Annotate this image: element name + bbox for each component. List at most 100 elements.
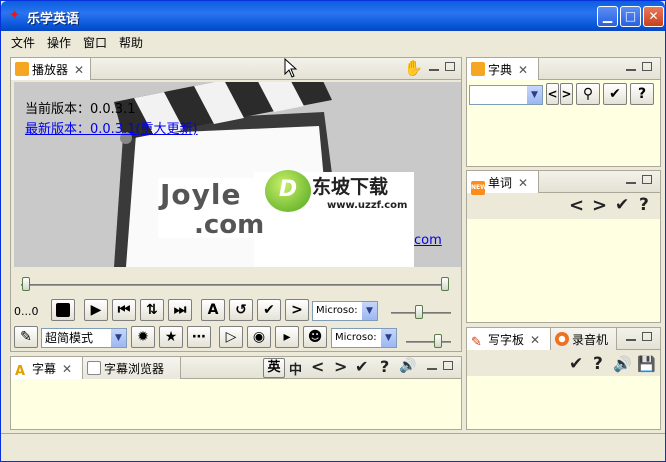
speaker-icon[interactable]: 🔊	[613, 355, 632, 373]
check-button[interactable]: ✔	[257, 299, 281, 321]
tab-close-icon[interactable]: ✕	[518, 63, 528, 77]
gear-button[interactable]: ✹	[131, 326, 155, 348]
maximize-button[interactable]: □	[620, 6, 641, 27]
tab-close-icon[interactable]: ✕	[530, 333, 540, 347]
skip-back-icon: ⏮	[117, 302, 131, 318]
speed-knob[interactable]	[434, 334, 442, 348]
dict-help-button[interactable]: ?	[630, 83, 654, 105]
dictation-button[interactable]: ▸	[275, 326, 299, 348]
play-button[interactable]: ▶	[84, 299, 108, 321]
words-tabbar: NEW单词 ✕	[467, 171, 660, 195]
tab-close-icon[interactable]: ✕	[62, 362, 72, 376]
title-bar[interactable]: ✦ 乐学英语 ▁ □ ✕	[1, 1, 665, 31]
record-button[interactable]: ◉	[247, 326, 271, 348]
words-content[interactable]	[467, 219, 660, 322]
check-icon[interactable]: ✔	[569, 354, 583, 374]
dict-confirm-button[interactable]: ✔	[603, 83, 627, 105]
font-select-2[interactable]: Microso: ▼	[331, 328, 397, 348]
minimize-button[interactable]: ▁	[597, 6, 618, 27]
loop-icon: ⇅	[146, 302, 158, 318]
menu-help[interactable]: 帮助	[119, 34, 143, 51]
progress-track[interactable]	[21, 284, 449, 286]
pen-button[interactable]: ✎	[14, 326, 38, 348]
save-icon[interactable]: 💾	[637, 355, 656, 373]
help-icon[interactable]: ?	[380, 357, 389, 376]
font-select-1[interactable]: Microso: ▼	[312, 301, 378, 321]
check-icon: ✔	[263, 302, 275, 318]
menu-operate[interactable]: 操作	[47, 34, 71, 51]
panel-maximize-icon[interactable]	[642, 175, 652, 184]
a-button[interactable]: A	[201, 299, 225, 321]
step-play-icon: ▷	[225, 329, 237, 345]
panel-minimize-icon[interactable]	[626, 69, 636, 71]
help-icon[interactable]: ?	[639, 195, 649, 215]
previous-button[interactable]: ⏮	[112, 299, 136, 321]
forward-button[interactable]: >	[285, 299, 309, 321]
tab-subtitle-browser[interactable]: 字幕浏览器	[83, 357, 181, 379]
menu-window[interactable]: 窗口	[83, 34, 107, 51]
help-icon[interactable]: ?	[593, 354, 603, 374]
check-icon[interactable]: ✔	[355, 357, 368, 376]
logo-text-com: .com	[194, 210, 265, 240]
volume-knob[interactable]	[415, 305, 423, 319]
subtitle-content[interactable]	[11, 379, 461, 429]
tab-close-icon[interactable]: ✕	[518, 176, 528, 190]
video-area: 当前版本：0.0.3.1 最新版本：0.0.3.1(重大更新) Joyle .c…	[14, 82, 461, 267]
tab-player[interactable]: 播放器 ✕	[11, 58, 91, 80]
tab-dictionary[interactable]: 字典 ✕	[467, 58, 539, 80]
dictionary-search-input[interactable]: ▼	[469, 85, 543, 105]
panel-minimize-icon[interactable]	[626, 182, 636, 184]
undo-button[interactable]: ↺	[229, 299, 253, 321]
star-button[interactable]: ★	[159, 326, 183, 348]
tab-recorder[interactable]: 录音机	[551, 328, 617, 350]
progress-end-knob[interactable]	[441, 277, 449, 291]
repeat-button[interactable]: ⇅	[140, 299, 164, 321]
mode-select[interactable]: 超简模式 ▼	[41, 328, 127, 348]
next-button[interactable]: ⏭	[168, 299, 192, 321]
users-button[interactable]: ☻	[303, 326, 327, 348]
check-icon[interactable]: ✔	[615, 195, 629, 215]
stop-icon	[56, 303, 70, 317]
step-button[interactable]: ▷	[219, 326, 243, 348]
tab-subtitle[interactable]: A 字幕 ✕	[11, 357, 83, 379]
watermark-logo-icon: D	[265, 170, 311, 212]
pencil-icon: ✎	[471, 335, 482, 350]
latest-version-link[interactable]: 最新版本：0.0.3.1(重大更新)	[25, 118, 198, 137]
tab-words[interactable]: NEW单词 ✕	[467, 171, 539, 195]
writing-content[interactable]	[467, 376, 660, 429]
hand-icon[interactable]: ✋	[404, 59, 423, 77]
close-button[interactable]: ✕	[643, 6, 664, 27]
dict-search-button[interactable]: ⚲	[576, 83, 600, 105]
link-fragment[interactable]: com	[414, 233, 442, 248]
panel-minimize-icon[interactable]	[626, 339, 636, 341]
english-button[interactable]: 英	[263, 358, 285, 378]
panel-minimize-icon[interactable]	[427, 368, 437, 370]
stop-button[interactable]	[51, 299, 75, 321]
more-button[interactable]: ⋯	[187, 326, 211, 348]
progress-knob[interactable]	[22, 277, 30, 291]
dict-next-button[interactable]: >	[560, 83, 573, 105]
chevron-down-icon: ▼	[362, 302, 377, 320]
chevron-down-icon: ▼	[381, 329, 396, 347]
panel-maximize-icon[interactable]	[443, 361, 453, 370]
panel-maximize-icon[interactable]	[445, 62, 455, 71]
panel-maximize-icon[interactable]	[642, 62, 652, 71]
panel-minimize-icon[interactable]	[429, 69, 439, 71]
logo-text-joyle: Joyle	[160, 178, 242, 211]
tab-writing-pad[interactable]: ✎ 写字板 ✕	[467, 328, 551, 350]
player-tabbar: 播放器 ✕ ✋	[11, 58, 461, 80]
menu-file[interactable]: 文件	[11, 34, 35, 51]
next-icon[interactable]: >	[334, 357, 347, 376]
prev-icon[interactable]: <	[311, 357, 324, 376]
window-title: 乐学英语	[27, 12, 80, 27]
writing-view-controls	[620, 332, 652, 344]
panel-maximize-icon[interactable]	[642, 332, 652, 341]
speed-track[interactable]	[406, 341, 451, 343]
dict-prev-button[interactable]: <	[546, 83, 559, 105]
speaker-icon[interactable]: 🔊	[399, 358, 416, 374]
tab-close-icon[interactable]: ✕	[74, 63, 84, 77]
words-view-controls	[620, 175, 652, 187]
chinese-button[interactable]: 中	[289, 359, 302, 378]
next-icon[interactable]: >	[592, 195, 607, 216]
prev-icon[interactable]: <	[569, 195, 584, 216]
